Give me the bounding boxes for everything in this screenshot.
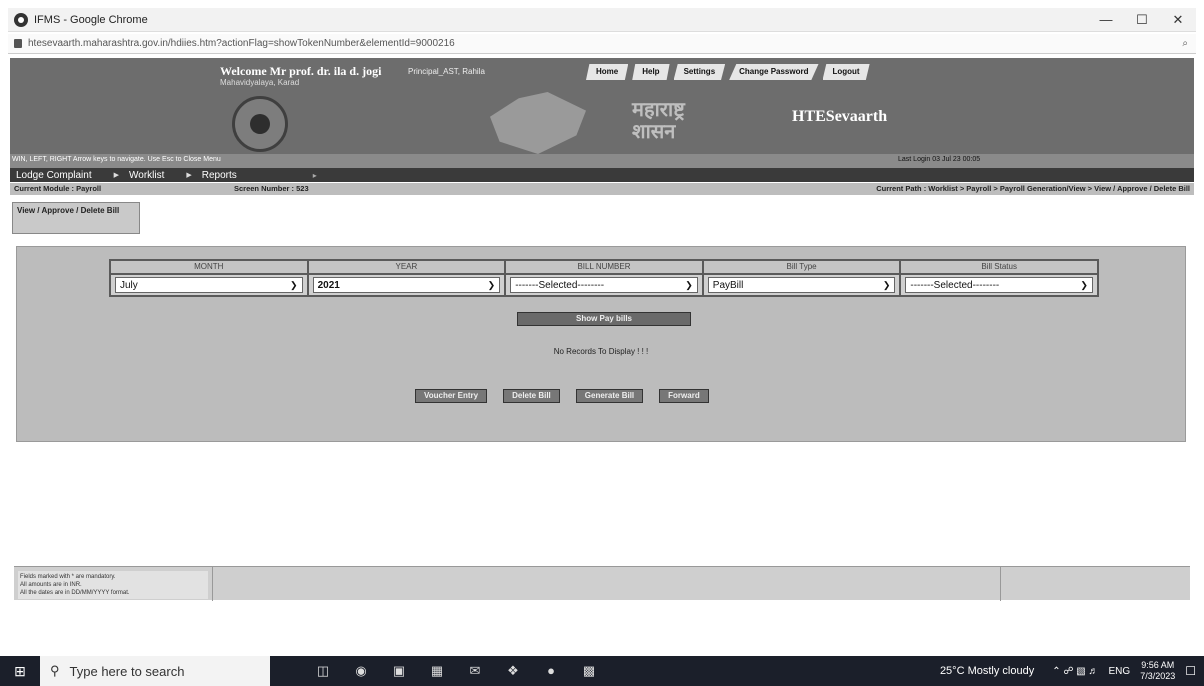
filter-year-header: YEAR bbox=[308, 261, 505, 275]
forward-button[interactable]: Forward bbox=[659, 389, 709, 403]
no-records-message: No Records To Display ! ! ! bbox=[553, 347, 649, 356]
show-pay-bills-button[interactable]: Show Pay bills bbox=[517, 312, 691, 326]
filter-month-header: MONTH bbox=[111, 261, 307, 275]
note-currency: All amounts are in INR. bbox=[20, 582, 82, 588]
footer-notes: Fields marked with * are mandatory. All … bbox=[18, 571, 208, 599]
url-text[interactable]: htesevaarth.maharashtra.gov.in/hdiies.ht… bbox=[28, 38, 455, 49]
tray-icons[interactable]: ⌃ ☍ ▧ ♬ bbox=[1052, 666, 1098, 677]
language-indicator[interactable]: ENG bbox=[1109, 666, 1131, 677]
menu-arrow-icon: ▶ bbox=[113, 172, 119, 179]
search-placeholder: Type here to search bbox=[69, 663, 185, 679]
clock-date: 7/3/2023 bbox=[1140, 671, 1176, 681]
bill-number-select[interactable]: -------Selected-------- ❯ bbox=[510, 277, 698, 293]
weather-widget[interactable]: 25°C Mostly cloudy bbox=[940, 665, 1034, 677]
nav-settings[interactable]: Settings bbox=[673, 64, 726, 80]
chrome-icon bbox=[14, 12, 28, 27]
zoom-icon[interactable]: ⌕ bbox=[1182, 38, 1188, 49]
filter-bill-type-header: Bill Type bbox=[703, 261, 900, 275]
browser-title-bar: IFMS - Google Chrome — ☐ ✕ bbox=[8, 8, 1196, 32]
filter-bill-type: Bill Type PayBill ❯ bbox=[703, 261, 902, 295]
task-view-icon[interactable]: ◫ bbox=[304, 663, 342, 679]
windows-start-icon[interactable]: ⊞ bbox=[0, 656, 40, 686]
marathi-logo-text: महाराष्ट्र शासन bbox=[632, 97, 685, 143]
chevron-down-icon: ❯ bbox=[1080, 279, 1088, 290]
filter-month: MONTH July ❯ bbox=[111, 261, 309, 295]
delete-bill-button[interactable]: Delete Bill bbox=[503, 389, 560, 403]
maharashtra-map-icon bbox=[490, 92, 586, 154]
menu-arrow-icon: ▶ bbox=[186, 172, 192, 179]
top-nav: Home Help Settings Change Password Logou… bbox=[586, 64, 874, 80]
filter-bill-number-header: BILL NUMBER bbox=[506, 261, 702, 275]
nav-help[interactable]: Help bbox=[632, 64, 670, 80]
lock-icon bbox=[14, 39, 22, 48]
user-role: Principal_AST, Rahila bbox=[408, 67, 485, 76]
filter-grid: MONTH July ❯ YEAR 2021 ❯ BILL NUMBER -----… bbox=[109, 259, 1099, 297]
generate-bill-button[interactable]: Generate Bill bbox=[575, 389, 644, 403]
search-icon: ⚲ bbox=[50, 663, 60, 678]
bill-status-select[interactable]: -------Selected-------- ❯ bbox=[905, 277, 1093, 293]
word-icon[interactable]: ▩ bbox=[570, 663, 608, 679]
welcome-subtext: Mahavidyalaya, Karad bbox=[220, 78, 300, 87]
chevron-down-icon: ❯ bbox=[487, 279, 496, 290]
state-emblem-icon bbox=[232, 96, 288, 152]
mail-icon[interactable]: ✉ bbox=[456, 663, 494, 679]
current-path: Current Path : Worklist > Payroll > Payr… bbox=[876, 184, 1190, 193]
nav-logout[interactable]: Logout bbox=[822, 64, 870, 80]
welcome-text: Welcome Mr prof. dr. ila d. jogi bbox=[220, 64, 382, 78]
clock-time: 9:56 AM bbox=[1141, 660, 1175, 670]
note-mandatory: Fields marked with * are mandatory. bbox=[20, 574, 116, 580]
store-icon[interactable]: ▦ bbox=[418, 663, 456, 679]
filter-bill-number: BILL NUMBER -------Selected-------- ❯ bbox=[506, 261, 704, 295]
chevron-down-icon: ❯ bbox=[685, 279, 693, 290]
app-icon[interactable]: ❖ bbox=[494, 663, 532, 679]
last-login: Last Login 03 Jul 23 00:05 bbox=[898, 156, 981, 163]
windows-taskbar: ⊞ ⚲ Type here to search ◫ ◉ ▣ ▦ ✉ ❖ ● ▩ … bbox=[0, 656, 1204, 686]
filter-bill-status-header: Bill Status bbox=[901, 261, 1097, 275]
header-banner: Welcome Mr prof. dr. ila d. jogi Mahavid… bbox=[10, 58, 1194, 168]
window-controls: — ☐ ✕ bbox=[1088, 12, 1196, 28]
note-date-format: All the dates are in DD/MM/YYYY format. bbox=[20, 590, 130, 596]
footer-divider bbox=[212, 567, 213, 601]
screen: IFMS - Google Chrome — ☐ ✕ htesevaarth.m… bbox=[0, 0, 1204, 686]
chrome-app-icon[interactable]: ◉ bbox=[342, 663, 380, 679]
window-title: IFMS - Google Chrome bbox=[34, 13, 148, 26]
brand-title: HTESevaarth bbox=[792, 108, 888, 125]
menu-reports[interactable]: Reports bbox=[202, 170, 237, 181]
address-bar[interactable]: htesevaarth.maharashtra.gov.in/hdiies.ht… bbox=[8, 34, 1196, 54]
minimize-button[interactable]: — bbox=[1088, 12, 1124, 28]
app-icon[interactable]: ● bbox=[532, 663, 570, 679]
screen-number: Screen Number : 523 bbox=[234, 184, 309, 193]
filter-year: YEAR 2021 ❯ bbox=[308, 261, 507, 295]
footer-notes-bar: Fields marked with * are mandatory. All … bbox=[14, 566, 1190, 601]
footer-divider bbox=[1000, 567, 1001, 601]
notification-icon[interactable]: ☐ bbox=[1185, 664, 1196, 678]
bill-panel: MONTH July ❯ YEAR 2021 ❯ BILL NUMBER -----… bbox=[16, 246, 1186, 442]
voucher-entry-button[interactable]: Voucher Entry bbox=[415, 389, 488, 403]
close-button[interactable]: ✕ bbox=[1160, 12, 1196, 28]
module-bar: Current Module : Payroll Screen Number :… bbox=[10, 183, 1194, 195]
month-select[interactable]: July ❯ bbox=[115, 277, 303, 293]
menu-lodge-complaint[interactable]: Lodge Complaint bbox=[16, 170, 92, 181]
clock[interactable]: 9:56 AM 7/3/2023 bbox=[1140, 660, 1175, 682]
nav-home[interactable]: Home bbox=[586, 64, 629, 80]
chevron-down-icon: ❯ bbox=[290, 279, 298, 290]
taskbar-search-box[interactable]: ⚲ Type here to search bbox=[40, 656, 270, 686]
main-menu: Lodge Complaint ▶ Worklist ▶ Reports ▸ bbox=[10, 168, 1194, 182]
file-explorer-icon[interactable]: ▣ bbox=[380, 663, 418, 679]
nav-change-password[interactable]: Change Password bbox=[729, 64, 819, 80]
filter-bill-status: Bill Status -------Selected-------- ❯ bbox=[901, 261, 1097, 295]
bill-type-select[interactable]: PayBill ❯ bbox=[707, 277, 896, 293]
action-buttons: Voucher Entry Delete Bill Generate Bill … bbox=[415, 389, 725, 403]
system-tray: 25°C Mostly cloudy ⌃ ☍ ▧ ♬ ENG 9:56 AM 7… bbox=[940, 660, 1204, 682]
chevron-down-icon: ❯ bbox=[882, 279, 891, 290]
current-module: Current Module : Payroll bbox=[14, 184, 102, 193]
menu-worklist[interactable]: Worklist bbox=[129, 170, 164, 181]
pinned-apps: ◫ ◉ ▣ ▦ ✉ ❖ ● ▩ bbox=[304, 663, 608, 679]
menu-more-icon: ▸ bbox=[312, 170, 317, 180]
maximize-button[interactable]: ☐ bbox=[1124, 12, 1160, 28]
tab-view-approve-delete-bill[interactable]: View / Approve / Delete Bill bbox=[12, 202, 140, 234]
keyboard-hint: WIN, LEFT, RIGHT Arrow keys to navigate.… bbox=[12, 156, 221, 163]
year-select[interactable]: 2021 ❯ bbox=[312, 277, 501, 293]
